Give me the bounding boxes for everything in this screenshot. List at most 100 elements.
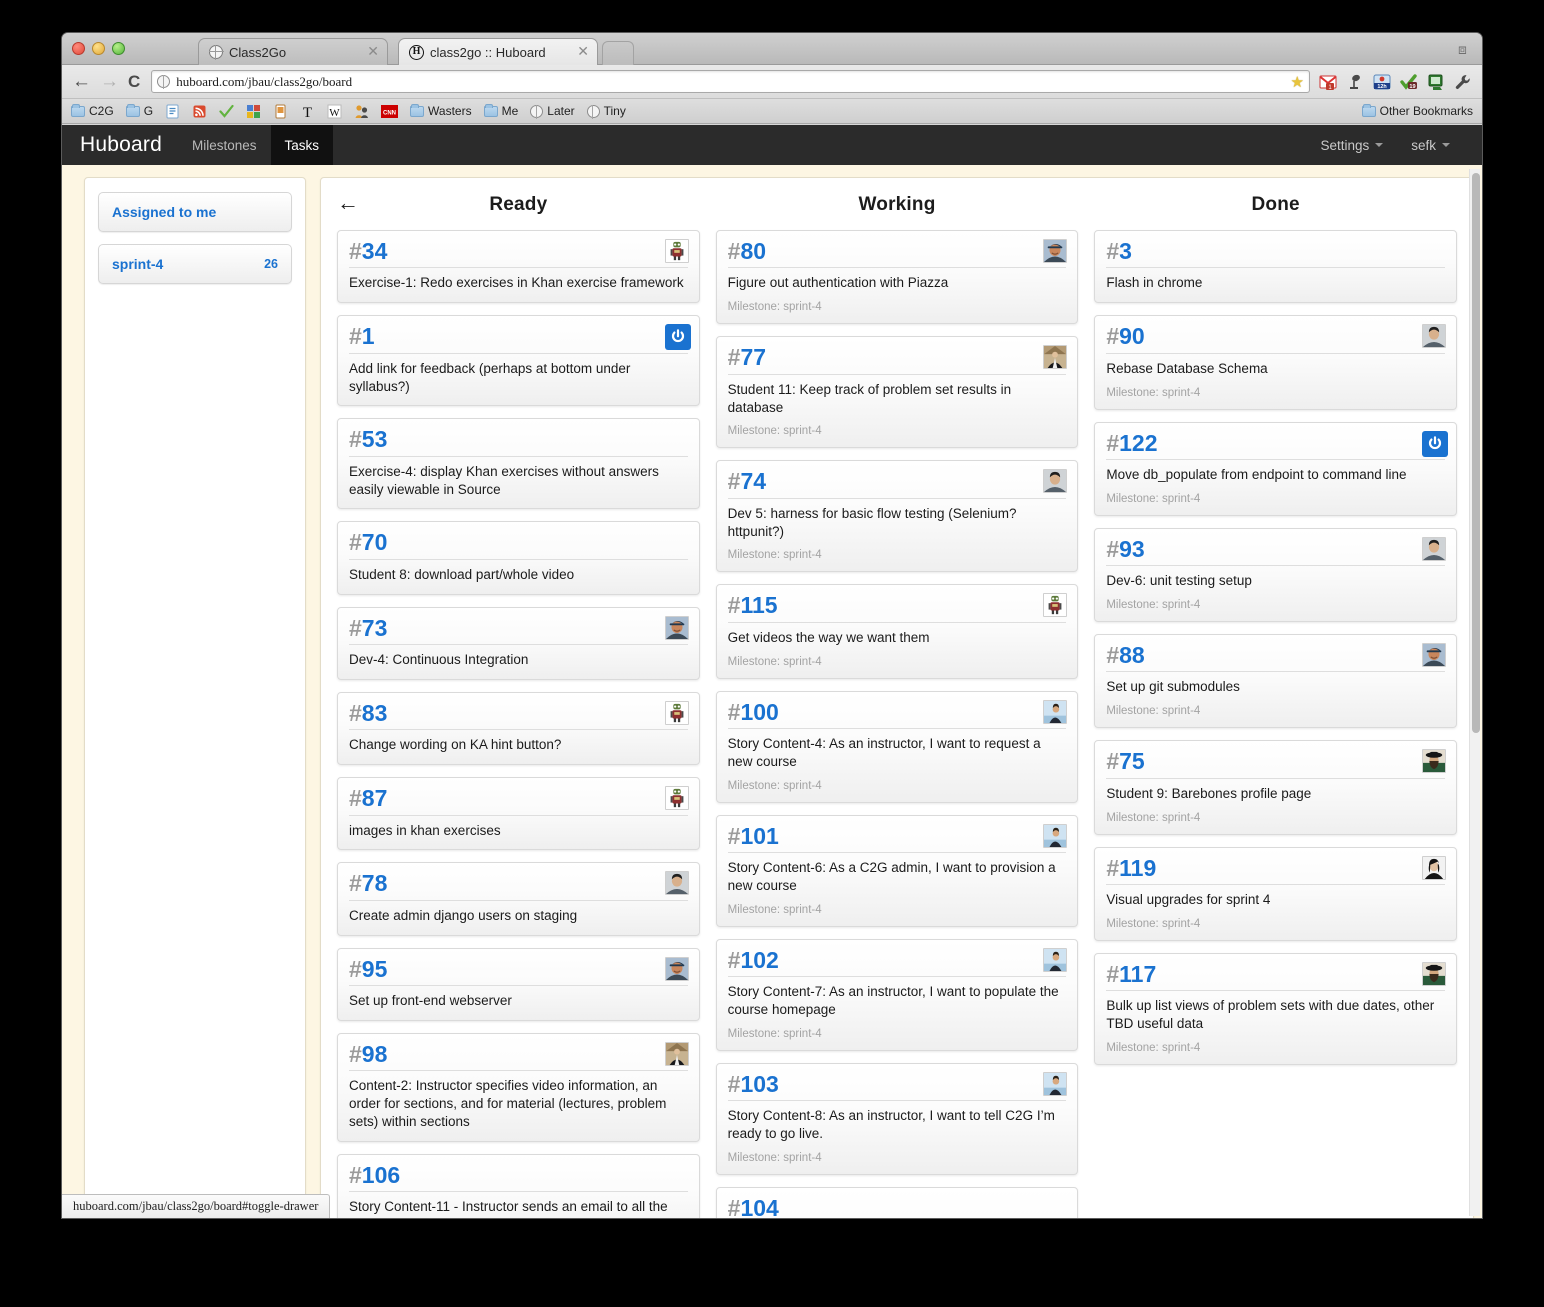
bookmark-nyt[interactable]: T [300, 104, 315, 119]
card-badge[interactable] [664, 1041, 689, 1066]
issue-card[interactable]: #77 Student 11: Keep track of problem set… [715, 336, 1079, 449]
bookmark-c2g[interactable]: C2G [71, 103, 114, 118]
issue-number[interactable]: #34 [349, 238, 688, 269]
card-badge[interactable] [1422, 324, 1447, 349]
issue-card[interactable]: #104Story Content-9 Instructor changes a… [715, 1186, 1079, 1218]
bookmark-later[interactable]: Later [530, 104, 575, 119]
issue-number[interactable]: #74 [727, 468, 1067, 499]
lamp-icon[interactable] [1346, 73, 1364, 91]
issue-number[interactable]: #78 [349, 870, 688, 901]
issue-card[interactable]: #70 Student 8: download part/whole video [337, 521, 700, 595]
issue-card[interactable]: #73 Dev-4: Continuous Integration [337, 606, 700, 680]
issue-card[interactable]: #119 Visual upgrades for sprint 4 Mileston… [1094, 846, 1458, 941]
bookmark-book[interactable] [273, 104, 288, 119]
issue-number[interactable]: #119 [1106, 855, 1446, 885]
card-badge[interactable] [664, 956, 689, 981]
issue-number[interactable]: #53 [349, 426, 688, 457]
issue-number[interactable]: #95 [349, 956, 688, 987]
card-badge[interactable] [1422, 855, 1447, 880]
card-badge[interactable] [1043, 699, 1068, 724]
issue-card[interactable]: #100 Story Content-4: As an instructor, I… [715, 690, 1079, 803]
window-controls[interactable] [72, 42, 125, 55]
issue-card[interactable]: #74 Dev 5: harness for basic flow testing… [715, 460, 1079, 573]
issue-number[interactable]: #98 [349, 1041, 688, 1072]
issue-number[interactable]: #102 [727, 947, 1067, 978]
issue-number[interactable]: #73 [349, 615, 688, 646]
issue-card[interactable]: #83 Change wording on KA hint button? [337, 691, 700, 766]
issue-card[interactable]: #90 Rebase Database Schema Milestone: spri… [1094, 315, 1458, 410]
card-badge[interactable] [1043, 593, 1068, 618]
card-badge[interactable] [664, 239, 689, 263]
card-badge[interactable] [1422, 961, 1447, 986]
issue-card[interactable]: #122 Move db_populate from endpoint to co… [1094, 421, 1458, 516]
bookmark-feed[interactable] [192, 104, 207, 119]
close-icon[interactable]: ✕ [367, 44, 379, 58]
card-badge[interactable] [1043, 1071, 1068, 1096]
bookmark-tiny[interactable]: Tiny [586, 104, 626, 119]
issue-number[interactable]: #80 [727, 238, 1067, 269]
card-badge[interactable] [1043, 947, 1068, 972]
gmail-icon[interactable]: 1 [1319, 73, 1337, 91]
issue-card[interactable]: #95 Set up front-end webserver [337, 947, 700, 1021]
sidebar-item-sprint-4[interactable]: sprint-4 26 [98, 244, 292, 284]
bookmark-g[interactable]: G [125, 103, 153, 118]
issue-number[interactable]: #70 [349, 529, 688, 560]
scrollbar-thumb[interactable] [1471, 173, 1480, 733]
issue-number[interactable]: #104 [728, 1195, 1067, 1218]
issue-card[interactable]: #87 images in khan exercises [337, 777, 700, 851]
bookmark-wikipedia[interactable]: W [327, 104, 342, 119]
new-tab-button[interactable] [602, 41, 634, 65]
issue-number[interactable]: #117 [1106, 961, 1446, 992]
bookmark-me[interactable]: Me [483, 103, 518, 118]
issue-number[interactable]: #83 [349, 700, 688, 731]
issue-card[interactable]: #103 Story Content-8: As an instructor, I… [715, 1062, 1079, 1175]
issue-card[interactable]: #53 Exercise-4: display Khan exercises wi… [337, 418, 700, 510]
issue-card[interactable]: #1 Add link for feedback (perhaps at bott… [337, 315, 700, 407]
issue-number[interactable]: #122 [1106, 430, 1446, 460]
issue-card[interactable]: #78 Create admin django users on staging [337, 862, 700, 936]
issue-card[interactable]: #75 Student 9: Barebones profile page Mile… [1094, 740, 1458, 835]
huboard-logo[interactable]: Huboard [62, 125, 178, 165]
bookmark-cnn[interactable]: CNN [381, 104, 399, 118]
bookmark-doc[interactable] [165, 104, 180, 119]
issue-number[interactable]: #1 [349, 323, 688, 354]
issue-number[interactable]: #75 [1106, 748, 1446, 779]
issue-card[interactable]: #98 Content-2: Instructor specifies video… [337, 1032, 700, 1142]
issue-number[interactable]: #77 [727, 344, 1067, 375]
issue-card[interactable]: #93 Dev-6: unit testing setup Milestone: s… [1094, 527, 1458, 622]
issue-card[interactable]: #106 Story Content-11 - Instructor sends … [337, 1153, 700, 1218]
maximize-window-button[interactable] [112, 42, 125, 55]
nav-settings[interactable]: Settings [1306, 125, 1397, 165]
tab-class2go[interactable]: Class2Go ✕ [198, 38, 388, 65]
issue-number[interactable]: #115 [727, 592, 1067, 623]
card-badge[interactable] [664, 615, 689, 640]
bookmark-people[interactable] [354, 104, 369, 119]
issue-card[interactable]: #3 Flash in chrome [1094, 230, 1458, 304]
bookmark-google[interactable] [246, 104, 261, 119]
card-badge[interactable] [1422, 643, 1447, 667]
issue-card[interactable]: #117 Bulk up list views of problem sets w… [1094, 952, 1458, 1065]
wrench-icon[interactable] [1454, 73, 1472, 91]
card-badge[interactable] [664, 871, 689, 896]
sidebar-item-assigned-to-me[interactable]: Assigned to me [98, 192, 292, 232]
issue-number[interactable]: #103 [727, 1071, 1067, 1102]
nav-user[interactable]: sefk [1397, 125, 1464, 165]
card-badge[interactable] [1422, 536, 1447, 561]
issue-number[interactable]: #88 [1106, 642, 1446, 673]
12h-icon[interactable]: 12h [1373, 73, 1391, 91]
issue-card[interactable]: #34 Exercise-1: Redo exercises in Khan ex… [337, 230, 700, 304]
issue-card[interactable]: #88 Set up git submodules Milestone: sprin… [1094, 634, 1458, 729]
close-icon[interactable]: ✕ [577, 44, 589, 58]
resize-grip-icon[interactable]: ⧈ [1458, 41, 1474, 57]
card-badge[interactable] [664, 786, 689, 811]
issue-number[interactable]: #106 [349, 1162, 688, 1193]
bookmark-check[interactable] [219, 104, 234, 119]
check-19-icon[interactable]: 19 [1400, 73, 1418, 91]
nav-milestones[interactable]: Milestones [178, 125, 271, 165]
bookmark-wasters[interactable]: Wasters [410, 103, 472, 118]
nav-tasks[interactable]: Tasks [270, 125, 334, 165]
tab-huboard[interactable]: H class2go :: Huboard ✕ [398, 38, 598, 65]
close-window-button[interactable] [72, 42, 85, 55]
address-bar[interactable]: huboard.com/jbau/class2go/board ★ [151, 70, 1310, 93]
issue-card[interactable]: #115 Get videos the way we want them Miles… [715, 584, 1079, 679]
